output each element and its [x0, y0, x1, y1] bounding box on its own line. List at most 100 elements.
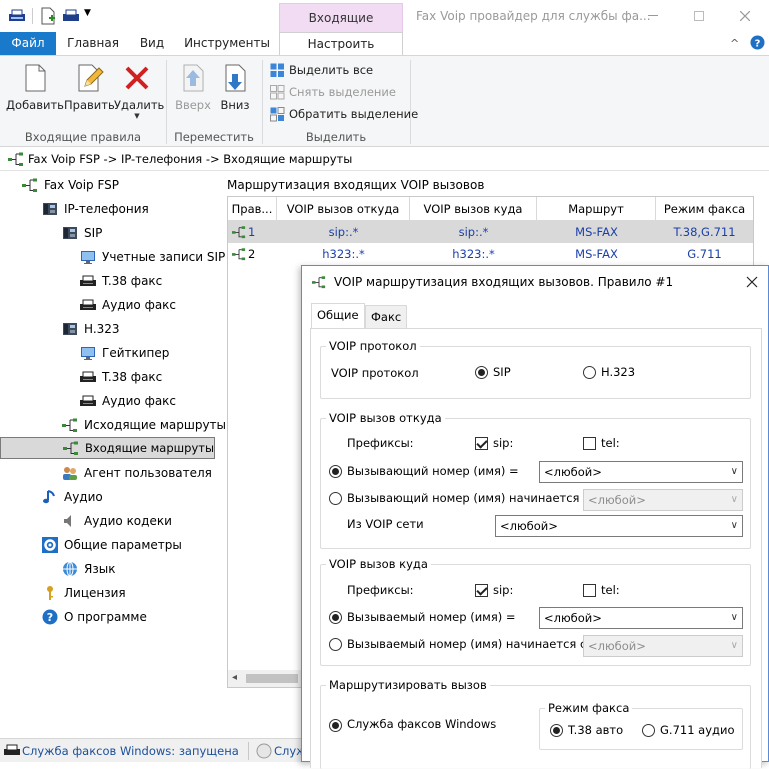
maximize-button[interactable]	[676, 0, 722, 32]
group-label-move: Переместить	[174, 130, 254, 144]
to-prefix-tel-checkbox[interactable]	[583, 584, 596, 597]
tree-item-incoming-routes[interactable]: Входящие маршруты	[0, 437, 215, 459]
table-cell-route: MS-FAX	[575, 225, 618, 239]
tree-item-label: Учетные записи SIP	[102, 250, 226, 264]
column-header-route[interactable]: Маршрут	[537, 197, 656, 221]
panel-title: Маршрутизация входящих VOIP вызовов	[227, 178, 485, 192]
move-up-button[interactable]: Вверх	[172, 60, 214, 122]
caller-starts-radio[interactable]	[329, 492, 342, 505]
edit-button[interactable]: Править	[64, 60, 115, 122]
column-header-fax-mode[interactable]: Режим факса	[656, 197, 753, 221]
fax-mode-g711-radio[interactable]	[642, 724, 655, 737]
move-down-button[interactable]: Вниз	[214, 60, 256, 122]
new-document-icon[interactable]	[40, 7, 56, 25]
route-rule-dialog: VOIP маршрутизация входящих вызовов. Пра…	[301, 265, 769, 769]
tree-item-sip-accounts[interactable]: Учетные записи SIP	[80, 245, 225, 269]
collapse-ribbon-icon[interactable]: ^	[730, 37, 739, 50]
protocol-label: VOIP протокол	[331, 366, 419, 380]
caller-equals-radio[interactable]	[329, 465, 342, 478]
protocol-h323-radio[interactable]	[583, 366, 596, 379]
horizontal-scrollbar[interactable]: ◂	[228, 670, 303, 687]
tree-item-ip-telephony[interactable]: IP-телефония	[42, 197, 149, 221]
callee-equals-select[interactable]: <любой> ∨	[539, 607, 743, 629]
close-button[interactable]	[722, 0, 768, 32]
minimize-button[interactable]	[630, 0, 676, 32]
call-from-legend: VOIP вызов откуда	[326, 411, 445, 425]
call-to-group: VOIP вызов куда Префиксы: sip: tel: Вызы…	[320, 557, 751, 666]
tree-item-h323-audio-fax[interactable]: Аудио факс	[80, 389, 176, 413]
tree-item-language[interactable]: Язык	[62, 557, 115, 581]
select-all-button[interactable]: Выделить все	[270, 60, 373, 80]
from-prefix-sip-label: sip:	[493, 436, 514, 450]
tab-home[interactable]: Главная	[62, 32, 124, 55]
table-row[interactable]: 2 h323:.* h323:.* MS-FAX G.711	[228, 243, 753, 265]
deselect-button[interactable]: Снять выделение	[270, 82, 396, 102]
tree-item-general-settings[interactable]: Общие параметры	[42, 533, 182, 557]
caller-equals-value: <любой>	[544, 465, 602, 479]
chevron-down-icon: ∨	[730, 612, 738, 623]
tree-item-fax-voip-fsp[interactable]: Fax Voip FSP	[22, 173, 119, 197]
tab-view[interactable]: Вид	[132, 32, 172, 55]
tab-file[interactable]: Файл	[0, 32, 56, 55]
qat-separator	[32, 8, 33, 24]
protocol-sip-radio[interactable]	[475, 366, 488, 379]
tree-item-h323-t38-fax[interactable]: T.38 факс	[80, 365, 162, 389]
callee-starts-radio[interactable]	[329, 638, 342, 651]
title-bar: ▼ Входящие маршруты Fax Voip провайдер д…	[0, 0, 769, 54]
callee-equals-radio[interactable]	[329, 611, 342, 624]
tree-item-h323[interactable]: H.323	[62, 317, 120, 341]
tree-item-gatekeeper[interactable]: Гейткипер	[80, 341, 169, 365]
tree-item-label: T.38 факс	[102, 370, 163, 384]
help-icon[interactable]: ?	[750, 35, 765, 50]
tree-item-about[interactable]: ? О программе	[42, 605, 147, 629]
tree-item-label: Общие параметры	[64, 538, 182, 552]
table-row[interactable]: 1 sip:.* sip:.* MS-FAX T.38,G.711	[228, 221, 753, 243]
windows-fax-service-radio[interactable]	[329, 719, 342, 732]
to-prefix-sip-checkbox[interactable]	[475, 584, 488, 597]
invert-selection-button[interactable]: Обратить выделение	[270, 104, 418, 124]
tree-item-audio[interactable]: Аудио	[42, 485, 103, 509]
qat-dropdown-icon[interactable]: ▼	[84, 8, 91, 18]
help-icon: ?	[42, 609, 58, 625]
group-label-select: Выделить	[305, 130, 367, 144]
tree-item-user-agent[interactable]: Агент пользователя	[62, 461, 212, 485]
tab-setup[interactable]: Настроить	[279, 32, 403, 56]
tab-fax[interactable]: Факс	[365, 305, 408, 328]
svg-text:?: ?	[755, 39, 761, 50]
from-prefix-tel-label: tel:	[601, 436, 620, 450]
scroll-left-icon[interactable]: ◂	[232, 672, 237, 683]
tab-tools[interactable]: Инструменты	[182, 32, 272, 55]
select-all-label: Выделить все	[289, 63, 374, 77]
tree-item-license[interactable]: Лицензия	[42, 581, 126, 605]
caller-starts-select[interactable]: <любой> ∨	[583, 489, 743, 511]
dialog-close-button[interactable]	[736, 266, 768, 298]
column-header-rule[interactable]: Прав...	[228, 197, 277, 221]
table-cell-from: h323:.*	[322, 247, 365, 261]
add-button[interactable]: Добавить	[6, 60, 64, 122]
tree-item-sip-t38-fax[interactable]: T.38 факс	[80, 269, 162, 293]
caller-equals-select[interactable]: <любой> ∨	[539, 461, 743, 483]
scrollbar-thumb[interactable]	[246, 674, 298, 683]
monitor-icon	[80, 345, 96, 361]
column-header-from[interactable]: VOIP вызов откуда	[277, 197, 410, 221]
chevron-down-icon: ▼	[134, 112, 140, 120]
tree-item-outgoing-routes[interactable]: Исходящие маршруты	[62, 413, 226, 437]
delete-button[interactable]: Удалить ▼	[114, 60, 164, 122]
tab-general[interactable]: Общие	[311, 303, 365, 328]
fax-quick-icon[interactable]	[62, 8, 80, 24]
column-header-to[interactable]: VOIP вызов куда	[410, 197, 537, 221]
from-prefix-tel-checkbox[interactable]	[583, 437, 596, 450]
network-select[interactable]: <любой> ∨	[495, 515, 743, 537]
tree-item-sip-audio-fax[interactable]: Аудио факс	[80, 293, 176, 317]
globe-icon	[62, 561, 78, 577]
from-prefix-sip-checkbox[interactable]	[475, 437, 488, 450]
tree-item-audio-codecs[interactable]: Аудио кодеки	[62, 509, 172, 533]
callee-starts-select[interactable]: <любой> ∨	[583, 635, 743, 657]
fax-mode-t38-radio[interactable]	[550, 724, 563, 737]
breadcrumb-bar: Fax Voip FSP -> IP-телефония -> Входящие…	[0, 148, 769, 171]
table-cell-rule: 2	[228, 243, 277, 265]
breadcrumb: Fax Voip FSP -> IP-телефония -> Входящие…	[28, 152, 353, 166]
fax-icon	[80, 273, 96, 289]
delete-x-icon	[121, 62, 153, 94]
tree-item-sip[interactable]: SIP	[62, 221, 102, 245]
